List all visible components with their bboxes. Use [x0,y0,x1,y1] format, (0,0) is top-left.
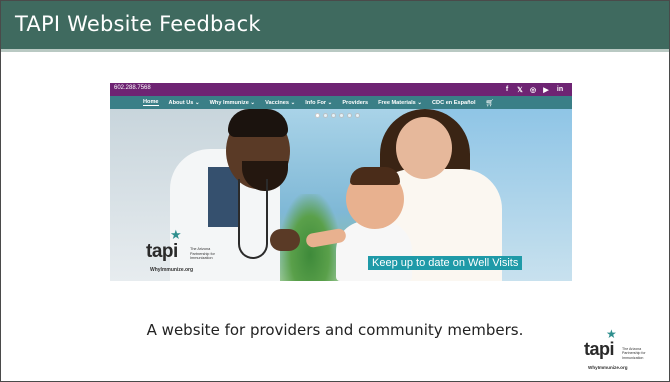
nav-about-us[interactable]: About Us ⌄ [169,100,200,106]
carousel-dot[interactable] [331,113,336,118]
youtube-icon[interactable]: ▶ [541,84,551,95]
twitter-icon[interactable]: 𝕏 [515,84,525,95]
carousel-dot[interactable] [339,113,344,118]
nav-cdc-en-espanol[interactable]: CDC en Español [432,100,476,106]
instagram-icon[interactable]: ◎ [528,84,538,95]
slide-title: TAPI Website Feedback [15,12,261,36]
carousel-dot[interactable] [347,113,352,118]
hero-banner[interactable]: Keep up to date on Well Visits [368,256,523,270]
website-screenshot: 602.288.7568 f 𝕏 ◎ ▶ in Home About Us ⌄ … [110,83,572,281]
cart-icon[interactable]: 🛒︎ [486,99,495,107]
title-divider [1,49,669,52]
nav-free-materials[interactable]: Free Materials ⌄ [378,100,422,106]
site-nav: Home About Us ⌄ Why Immunize ⌄ Vaccines … [110,96,572,109]
tapi-logo: ★ tapi The Arizona Partnership for Immun… [146,228,215,273]
corner-tapi-logo: ★ tapi The Arizona Partnership for Immun… [584,327,646,370]
site-top-bar: 602.288.7568 f 𝕏 ◎ ▶ in [110,83,572,96]
nav-home[interactable]: Home [143,99,159,106]
slide-caption: A website for providers and community me… [146,321,524,339]
facebook-icon[interactable]: f [502,84,512,95]
hero-image: ★ tapi The Arizona Partnership for Immun… [110,109,572,281]
carousel-dot[interactable] [315,113,320,118]
carousel-dot[interactable] [355,113,360,118]
nav-info-for[interactable]: Info For ⌄ [305,100,332,106]
linkedin-icon[interactable]: in [555,84,565,95]
carousel-dots[interactable] [315,113,360,118]
nav-providers[interactable]: Providers [342,100,368,106]
stethoscope-icon [238,179,268,259]
carousel-dot[interactable] [323,113,328,118]
mother-figure [396,117,452,179]
title-bar: TAPI Website Feedback [1,1,669,49]
site-phone-number: 602.288.7568 [114,85,151,91]
slide: TAPI Website Feedback 602.288.7568 f 𝕏 ◎… [0,0,670,382]
nav-why-immunize[interactable]: Why Immunize ⌄ [210,100,255,106]
nav-vaccines[interactable]: Vaccines ⌄ [265,100,295,106]
